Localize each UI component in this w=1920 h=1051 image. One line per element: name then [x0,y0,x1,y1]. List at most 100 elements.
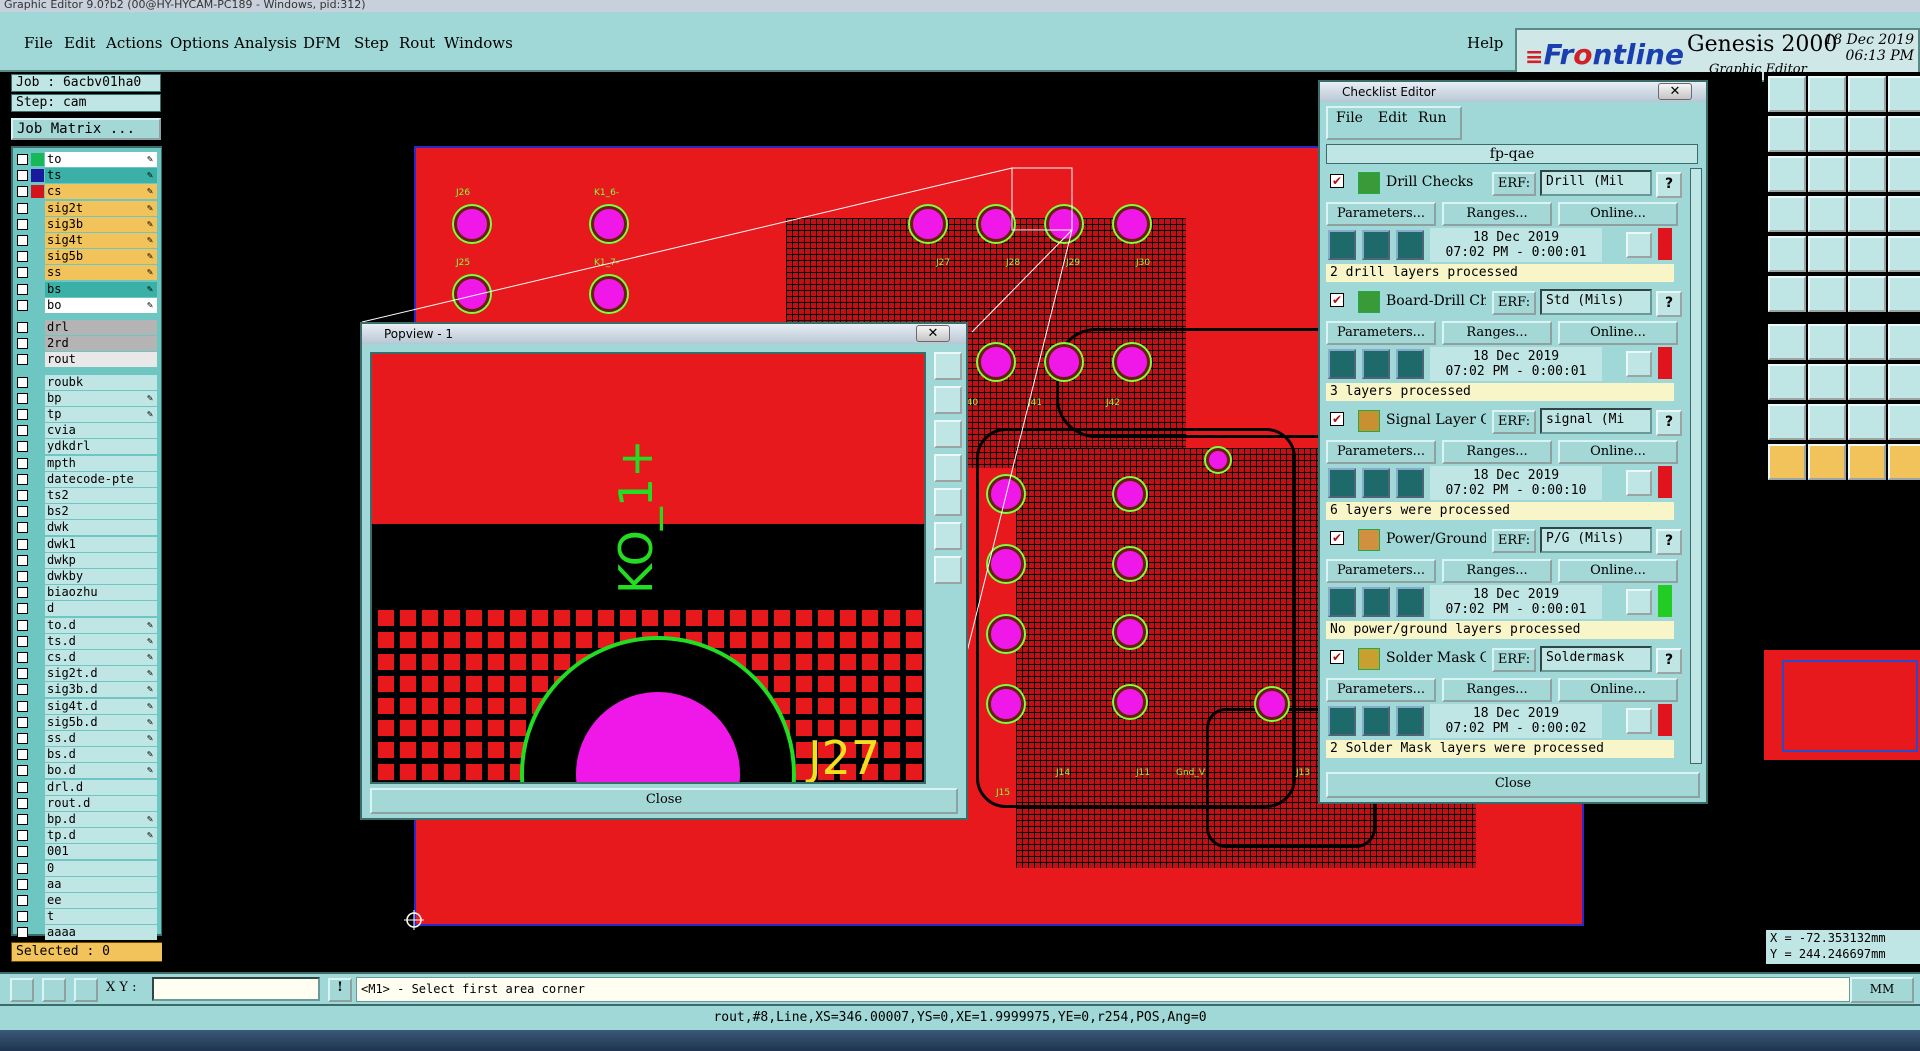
layer-color-swatch[interactable] [31,392,44,405]
layer-checkbox[interactable] [17,299,28,311]
layer-color-swatch[interactable] [31,602,44,615]
home-icon[interactable] [1848,76,1886,112]
checklist-menu-file[interactable]: File [1336,110,1363,126]
layer-color-swatch[interactable] [31,266,44,279]
layer-color-swatch[interactable] [31,829,44,842]
parameters-button[interactable]: Parameters... [1326,321,1436,345]
layer-name[interactable]: mpth [45,455,157,471]
layer-name[interactable]: to.d ✎ [45,617,157,633]
layer-checkbox[interactable] [17,354,28,366]
help-icon[interactable] [1888,156,1920,192]
triangle2-icon[interactable] [1808,404,1846,440]
layer-checkbox[interactable] [17,797,28,809]
layer-checkbox[interactable] [17,154,28,165]
layer-checkbox[interactable] [17,322,28,333]
layer-color-swatch[interactable] [31,586,44,599]
layer-checkbox[interactable] [17,473,28,485]
checklist-menu-run[interactable]: Run [1418,110,1447,126]
parameters-button[interactable]: Parameters... [1326,559,1436,583]
layer-checkbox[interactable] [17,603,28,615]
layer-color-swatch[interactable] [31,732,44,745]
parameters-button[interactable]: Parameters... [1326,440,1436,464]
layer-row[interactable]: roubk [15,374,161,390]
run-check-icon[interactable] [1362,349,1390,379]
layer-checkbox[interactable] [17,830,28,842]
menu-help[interactable]: Help [1467,34,1503,52]
layer-row[interactable]: t [15,909,161,925]
layer-row[interactable]: 2rd [15,336,161,352]
layer-row[interactable]: sig5b ✎ [15,249,161,265]
layer-row[interactable]: bo ✎ [15,297,161,313]
layer-name[interactable]: d [45,601,157,617]
edge-icon[interactable] [1808,236,1846,272]
layer-name[interactable]: bs.d ✎ [45,747,157,763]
pointer4-icon[interactable] [1888,444,1920,480]
layer-checkbox[interactable] [17,376,28,388]
check-title[interactable]: Solder Mask Ch [1386,650,1486,668]
help-icon[interactable]: ? [1656,172,1682,198]
layer-name[interactable]: roubk [45,374,157,390]
parameters-button[interactable]: Parameters... [1326,202,1436,226]
layer-color-swatch[interactable] [31,748,44,761]
triangle3-icon[interactable] [1848,404,1886,440]
layer-name[interactable]: to ✎ [45,152,157,167]
ranges-button[interactable]: Ranges... [1442,440,1552,464]
run-check-icon[interactable] [1362,230,1390,260]
checklist-scrollbar[interactable] [1690,168,1702,764]
layer-color-swatch[interactable] [31,440,44,453]
popview-close-x[interactable]: ✕ [916,325,950,342]
layer-color-swatch[interactable] [31,894,44,907]
alert-icon[interactable]: ! [328,978,352,1002]
run-check-icon[interactable] [1396,349,1424,379]
zoom-results-icon[interactable] [1626,232,1652,258]
layer-checkbox[interactable] [17,587,28,599]
layer-color-swatch[interactable] [31,910,44,923]
online-button[interactable]: Online... [1558,559,1678,583]
layer-row[interactable]: ee [15,893,161,908]
layer-color-swatch[interactable] [31,169,44,183]
layer-row[interactable]: datecode-pte [15,471,161,487]
check-title[interactable]: Drill Checks [1386,174,1486,192]
layer-name[interactable]: 001 [45,844,157,860]
run-check-icon[interactable] [1328,349,1356,379]
pointer3-icon[interactable] [1848,444,1886,480]
erf-field[interactable]: Std (Mils) [1540,289,1652,315]
layer-row[interactable]: bo.d ✎ [15,763,161,779]
erf-field[interactable]: signal (Mi [1540,408,1652,434]
layer-row[interactable]: 0 [15,860,161,876]
ranges-button[interactable]: Ranges... [1442,678,1552,702]
help-icon[interactable]: ? [1656,410,1682,436]
pan-right-icon[interactable] [934,488,962,516]
layer-color-swatch[interactable] [31,619,44,632]
zoom-results-icon[interactable] [1626,470,1652,496]
ranges-button[interactable]: Ranges... [1442,202,1552,226]
run-check-icon[interactable] [1362,468,1390,498]
layer-name[interactable]: bs ✎ [45,281,157,297]
fit-icon[interactable] [1768,156,1806,192]
layer-checkbox[interactable] [17,170,28,182]
layer-name[interactable]: sig3b ✎ [45,216,157,232]
layer-name[interactable]: cs.d ✎ [45,650,157,665]
layer-row[interactable]: sig5b.d ✎ [15,714,161,730]
layer-checkbox[interactable] [17,781,28,793]
layer-checkbox[interactable] [17,522,28,534]
online-button[interactable]: Online... [1558,321,1678,345]
layer-row[interactable]: mpth [15,455,161,471]
layer-row[interactable]: bs ✎ [15,281,161,297]
layer-row[interactable]: biaozhu [15,585,161,601]
save-icon[interactable] [1808,76,1846,112]
zoom-results-icon[interactable] [1626,351,1652,377]
layer-name[interactable]: rout.d [45,795,157,811]
shape-icon[interactable] [1768,236,1806,272]
snap-icon[interactable] [1848,364,1886,400]
online-button[interactable]: Online... [1558,440,1678,464]
menu-step[interactable]: Step [354,34,389,52]
layer-row[interactable]: cvia [15,423,161,439]
layer-row[interactable]: ss ✎ [15,265,161,281]
line-icon[interactable] [1848,276,1886,312]
ranges-button[interactable]: Ranges... [1442,321,1552,345]
checklist-close-button[interactable]: Close [1326,772,1700,798]
pointer2-icon[interactable] [1808,444,1846,480]
help-icon[interactable]: ? [1656,648,1682,674]
layer-name[interactable]: ss ✎ [45,265,157,281]
